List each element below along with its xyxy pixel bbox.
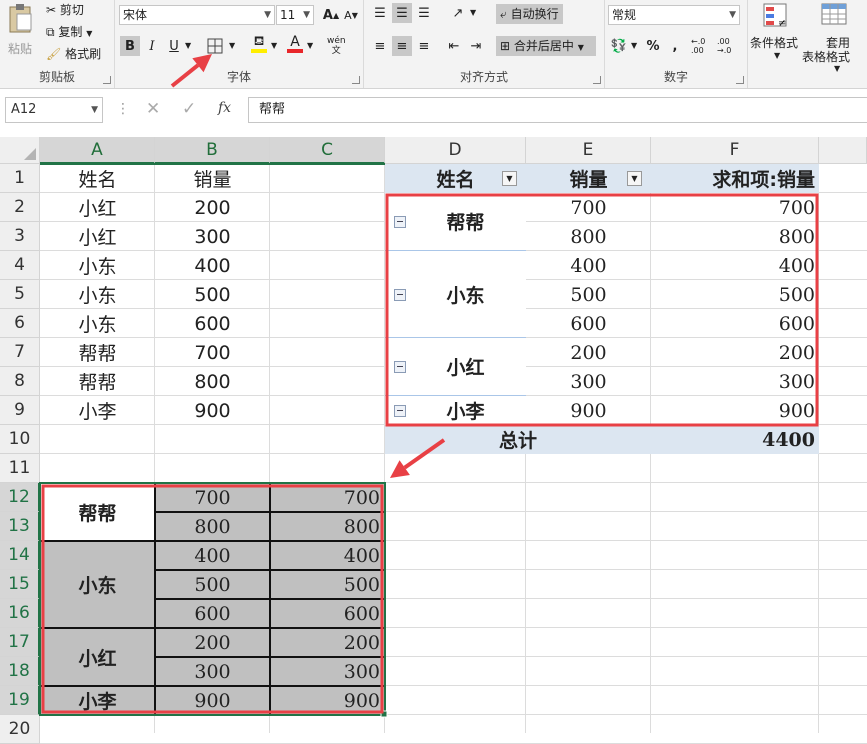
pivot-total-label[interactable]: 总计 (385, 425, 651, 454)
pivot-group-name[interactable]: 小李 (385, 396, 526, 425)
source-name-cell[interactable]: 小东 (40, 309, 155, 338)
pasted-sum-cell[interactable]: 500 (270, 570, 385, 599)
pivot-filter-name-button[interactable]: ▼ (502, 171, 517, 186)
select-all-corner[interactable] (0, 137, 40, 164)
pasted-sales-cell[interactable]: 200 (155, 628, 270, 657)
pasted-sales-cell[interactable]: 600 (155, 599, 270, 628)
source-name-cell[interactable]: 帮帮 (40, 338, 155, 367)
select-all-icon (24, 148, 36, 160)
pasted-sum-cell[interactable]: 300 (270, 657, 385, 686)
source-header-sales[interactable]: 销量 (155, 164, 270, 193)
row-header-14[interactable]: 14 (0, 541, 40, 570)
row-header-7[interactable]: 7 (0, 338, 40, 367)
row-header-18[interactable]: 18 (0, 657, 40, 686)
row-header-4[interactable]: 4 (0, 251, 40, 280)
pivot-sales-cell[interactable]: 600 (526, 309, 651, 338)
pasted-sum-cell[interactable]: 400 (270, 541, 385, 570)
pivot-sum-cell[interactable]: 800 (651, 222, 819, 251)
source-name-cell[interactable]: 小红 (40, 222, 155, 251)
collapse-icon[interactable] (394, 404, 406, 417)
collapse-icon[interactable] (394, 216, 406, 228)
pivot-sum-cell[interactable]: 500 (651, 280, 819, 309)
row-header-8[interactable]: 8 (0, 367, 40, 396)
column-header-blank[interactable] (819, 137, 867, 164)
source-header-name[interactable]: 姓名 (40, 164, 155, 193)
column-header-c[interactable]: C (270, 137, 385, 164)
pivot-sales-cell[interactable]: 700 (526, 193, 651, 222)
pasted-sales-cell[interactable]: 300 (155, 657, 270, 686)
pasted-group-name[interactable]: 帮帮 (40, 483, 155, 541)
pasted-sum-cell[interactable]: 900 (270, 686, 385, 715)
row-header-17[interactable]: 17 (0, 628, 40, 657)
row-header-16[interactable]: 16 (0, 599, 40, 628)
pivot-sum-cell[interactable]: 600 (651, 309, 819, 338)
pivot-total-value[interactable]: 4400 (651, 425, 819, 454)
pasted-sum-cell[interactable]: 800 (270, 512, 385, 541)
pivot-sales-cell[interactable]: 500 (526, 280, 651, 309)
source-name-cell[interactable]: 帮帮 (40, 367, 155, 396)
row-header-20[interactable]: 20 (0, 715, 40, 744)
source-sales-cell[interactable]: 900 (155, 396, 270, 425)
pivot-sales-cell[interactable]: 800 (526, 222, 651, 251)
pasted-sum-cell[interactable]: 700 (270, 483, 385, 512)
source-sales-cell[interactable]: 500 (155, 280, 270, 309)
row-header-15[interactable]: 15 (0, 570, 40, 599)
chevron-down-icon: ▼ (631, 174, 638, 183)
pasted-sales-cell[interactable]: 900 (155, 686, 270, 715)
pasted-sales-cell[interactable]: 800 (155, 512, 270, 541)
collapse-icon[interactable] (394, 288, 406, 301)
row-header-2[interactable]: 2 (0, 193, 40, 222)
row-header-12[interactable]: 12 (0, 483, 40, 512)
source-name-cell[interactable]: 小李 (40, 396, 155, 425)
row-header-1[interactable]: 1 (0, 164, 40, 193)
pivot-sum-cell[interactable]: 200 (651, 338, 819, 367)
pivot-group-name[interactable]: 帮帮 (385, 193, 526, 251)
source-sales-cell[interactable]: 700 (155, 338, 270, 367)
source-name-cell[interactable]: 小东 (40, 251, 155, 280)
pivot-group-name[interactable]: 小红 (385, 338, 526, 396)
row-header-10[interactable]: 10 (0, 425, 40, 454)
pasted-sales-cell[interactable]: 400 (155, 541, 270, 570)
source-sales-cell[interactable]: 800 (155, 367, 270, 396)
row-header-13[interactable]: 13 (0, 512, 40, 541)
pasted-group-name[interactable]: 小东 (40, 541, 155, 628)
pivot-sum-cell[interactable]: 400 (651, 251, 819, 280)
pivot-sales-cell[interactable]: 900 (526, 396, 651, 425)
pasted-sum-cell[interactable]: 200 (270, 628, 385, 657)
pivot-filter-sales-button[interactable]: ▼ (627, 171, 642, 186)
source-name-cell[interactable]: 小东 (40, 280, 155, 309)
row-header-6[interactable]: 6 (0, 309, 40, 338)
pivot-sales-cell[interactable]: 300 (526, 367, 651, 396)
pivot-sum-cell[interactable]: 900 (651, 396, 819, 425)
row-header-5[interactable]: 5 (0, 280, 40, 309)
row-header-9[interactable]: 9 (0, 396, 40, 425)
row-header-19[interactable]: 19 (0, 686, 40, 715)
source-sales-cell[interactable]: 600 (155, 309, 270, 338)
source-name-cell[interactable]: 小红 (40, 193, 155, 222)
row-header-3[interactable]: 3 (0, 222, 40, 251)
pasted-sales-cell[interactable]: 700 (155, 483, 270, 512)
worksheet-grid[interactable]: A B C D E F 1 2 3 4 5 6 7 8 9 10 11 12 13 14 15 16 17 18 19 20 姓名销… (0, 0, 867, 744)
pasted-sales-cell[interactable]: 500 (155, 570, 270, 599)
pivot-group-name[interactable]: 小东 (385, 251, 526, 338)
column-header-e[interactable]: E (526, 137, 651, 164)
column-header-d[interactable]: D (385, 137, 526, 164)
chevron-down-icon: ▼ (506, 174, 513, 183)
collapse-icon[interactable] (394, 361, 406, 373)
pasted-group-name[interactable]: 小李 (40, 686, 155, 715)
column-header-f[interactable]: F (651, 137, 819, 164)
pivot-sales-cell[interactable]: 200 (526, 338, 651, 367)
pivot-sum-cell[interactable]: 700 (651, 193, 819, 222)
source-sales-cell[interactable]: 300 (155, 222, 270, 251)
column-header-a[interactable]: A (40, 137, 155, 164)
column-header-b[interactable]: B (155, 137, 270, 164)
pivot-header-sum[interactable]: 求和项:销量 (651, 164, 819, 193)
source-sales-cell[interactable]: 400 (155, 251, 270, 280)
pasted-sum-cell[interactable]: 600 (270, 599, 385, 628)
source-sales-cell[interactable]: 200 (155, 193, 270, 222)
pivot-sum-cell[interactable]: 300 (651, 367, 819, 396)
pivot-sales-cell[interactable]: 400 (526, 251, 651, 280)
pasted-group-name[interactable]: 小红 (40, 628, 155, 686)
row-header-11[interactable]: 11 (0, 454, 40, 483)
